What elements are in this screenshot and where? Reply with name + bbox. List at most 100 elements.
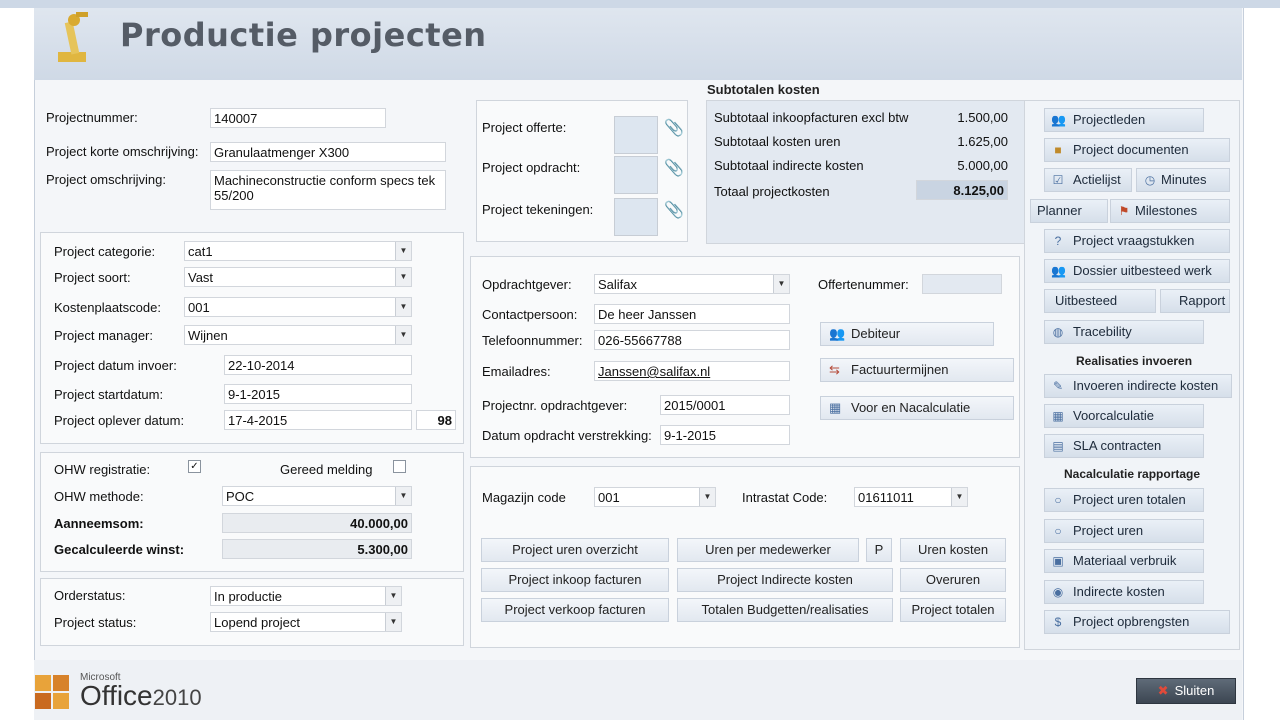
korte-omschrijving-field[interactable]: Granulaatmenger X300 bbox=[210, 142, 446, 162]
chevron-down-icon[interactable]: ▼ bbox=[395, 326, 411, 344]
uren-overzicht-button[interactable]: Project uren overzicht bbox=[481, 538, 669, 562]
categorie-combo[interactable]: cat1 ▼ bbox=[184, 241, 412, 261]
sidebar-item-vraagstukken[interactable]: ? Project vraagstukken bbox=[1044, 229, 1230, 253]
ohw-methode-combo[interactable]: POC ▼ bbox=[222, 486, 412, 506]
magazijn-combo[interactable]: 001 ▼ bbox=[594, 487, 716, 507]
indirecte-kosten-button[interactable]: Project Indirecte kosten bbox=[677, 568, 893, 592]
planner-button[interactable]: Planner bbox=[1030, 199, 1108, 223]
intrastat-label: Intrastat Code: bbox=[742, 490, 828, 505]
milestones-button[interactable]: ⚑ Milestones bbox=[1110, 199, 1230, 223]
total-value: 8.125,00 bbox=[916, 180, 1008, 200]
gereed-label: Gereed melding bbox=[280, 462, 373, 477]
totalen-budgetten-button[interactable]: Totalen Budgetten/realisaties bbox=[677, 598, 893, 622]
offertenummer-label: Offertenummer: bbox=[818, 277, 909, 292]
sluiten-button[interactable]: ✖ Sluiten bbox=[1136, 678, 1236, 704]
actielijst-button[interactable]: ☑ Actielijst bbox=[1044, 168, 1132, 192]
sidebar-item-documenten[interactable]: ■ Project documenten bbox=[1044, 138, 1230, 162]
sidebar-item-voorcalculatie[interactable]: ▦ Voorcalculatie bbox=[1044, 404, 1204, 428]
tracebility-button[interactable]: ◍ Tracebility bbox=[1044, 320, 1204, 344]
days-field: 98 bbox=[416, 410, 456, 430]
orderstatus-combo[interactable]: In productie ▼ bbox=[210, 586, 402, 606]
clock-icon: ◷ bbox=[1144, 173, 1156, 187]
voor-nacalculatie-button[interactable]: ▦ Voor en Nacalculatie bbox=[820, 396, 1014, 420]
intrastat-combo[interactable]: 01611011 ▼ bbox=[854, 487, 968, 507]
sidebar-item-indirecte-kosten[interactable]: ◉ Indirecte kosten bbox=[1044, 580, 1204, 604]
aanneemsom-field[interactable]: 40.000,00 bbox=[222, 513, 412, 533]
chevron-down-icon[interactable]: ▼ bbox=[395, 268, 411, 286]
uitbesteed-button[interactable]: Uitbesteed bbox=[1044, 289, 1156, 313]
sidebar-item-projectleden[interactable]: 👥 Projectleden bbox=[1044, 108, 1204, 132]
factuurtermijnen-button[interactable]: ⇆ Factuurtermijnen bbox=[820, 358, 1014, 382]
orderstatus-label: Orderstatus: bbox=[54, 588, 126, 603]
sidebar-item-uren-totalen[interactable]: ○ Project uren totalen bbox=[1044, 488, 1204, 512]
calc-icon: ▦ bbox=[1052, 409, 1064, 423]
tekeningen-label: Project tekeningen: bbox=[482, 202, 594, 217]
projectnr-opdrachtgever-field[interactable]: 2015/0001 bbox=[660, 395, 790, 415]
projectnr-opdrachtgever-label: Projectnr. opdrachtgever: bbox=[482, 398, 628, 413]
opdracht-attachment[interactable] bbox=[614, 156, 658, 194]
paperclip-icon[interactable]: 📎 bbox=[664, 200, 684, 220]
invoice-icon: ⇆ bbox=[829, 362, 840, 377]
ohw-registratie-checkbox[interactable]: ✓ bbox=[188, 460, 201, 473]
subtotal-value: 1.500,00 bbox=[957, 110, 1008, 125]
sidebar-item-opbrengsten[interactable]: $ Project opbrengsten bbox=[1044, 610, 1230, 634]
globe-icon: ◍ bbox=[1052, 325, 1064, 339]
offerte-attachment[interactable] bbox=[614, 116, 658, 154]
paperclip-icon[interactable]: 📎 bbox=[664, 118, 684, 138]
tekeningen-attachment[interactable] bbox=[614, 198, 658, 236]
opdracht-label: Project opdracht: bbox=[482, 160, 581, 175]
chevron-down-icon[interactable]: ▼ bbox=[951, 488, 967, 506]
debiteur-button[interactable]: 👥 Debiteur bbox=[820, 322, 994, 346]
uren-kosten-button[interactable]: Uren kosten bbox=[900, 538, 1006, 562]
ohw-registratie-label: OHW registratie: bbox=[54, 462, 151, 477]
oplever-field[interactable]: 17-4-2015 bbox=[224, 410, 412, 430]
sidebar-item-sla-contracten[interactable]: ▤ SLA contracten bbox=[1044, 434, 1204, 458]
projectnummer-field[interactable]: 140007 bbox=[210, 108, 386, 128]
total-label: Totaal projectkosten bbox=[714, 184, 830, 199]
inkoop-facturen-button[interactable]: Project inkoop facturen bbox=[481, 568, 669, 592]
radio-icon: ○ bbox=[1054, 493, 1062, 507]
manager-combo[interactable]: Wijnen ▼ bbox=[184, 325, 412, 345]
project-totalen-button[interactable]: Project totalen bbox=[900, 598, 1006, 622]
chevron-down-icon[interactable]: ▼ bbox=[385, 613, 401, 631]
start-field[interactable]: 9-1-2015 bbox=[224, 384, 412, 404]
chevron-down-icon[interactable]: ▼ bbox=[395, 487, 411, 505]
chevron-down-icon[interactable]: ▼ bbox=[699, 488, 715, 506]
opdrachtgever-combo[interactable]: Salifax ▼ bbox=[594, 274, 790, 294]
minutes-button[interactable]: ◷ Minutes bbox=[1136, 168, 1230, 192]
telefoon-field[interactable]: 026-55667788 bbox=[594, 330, 790, 350]
soort-label: Project soort: bbox=[54, 270, 131, 285]
kostenplaats-combo[interactable]: 001 ▼ bbox=[184, 297, 412, 317]
projectstatus-combo[interactable]: Lopend project ▼ bbox=[210, 612, 402, 632]
overuren-button[interactable]: Overuren bbox=[900, 568, 1006, 592]
soort-combo[interactable]: Vast ▼ bbox=[184, 267, 412, 287]
winst-field: 5.300,00 bbox=[222, 539, 412, 559]
chevron-down-icon[interactable]: ▼ bbox=[395, 242, 411, 260]
omschrijving-field[interactable]: Machineconstructie conform specs tek 55/… bbox=[210, 170, 446, 210]
robot-arm-icon bbox=[58, 12, 88, 62]
chevron-down-icon[interactable]: ▼ bbox=[773, 275, 789, 293]
paperclip-icon[interactable]: 📎 bbox=[664, 158, 684, 178]
subtotal-value: 1.625,00 bbox=[957, 134, 1008, 149]
oplever-label: Project oplever datum: bbox=[54, 413, 185, 428]
contactpersoon-field[interactable]: De heer Janssen bbox=[594, 304, 790, 324]
invoer-field[interactable]: 22-10-2014 bbox=[224, 355, 412, 375]
chevron-down-icon[interactable]: ▼ bbox=[385, 587, 401, 605]
verstrekking-field[interactable]: 9-1-2015 bbox=[660, 425, 790, 445]
sidebar-item-indirecte-kosten-invoeren[interactable]: ✎ Invoeren indirecte kosten bbox=[1044, 374, 1232, 398]
sidebar-item-uitbesteed-werk[interactable]: 👥 Dossier uitbesteed werk bbox=[1044, 259, 1230, 283]
verkoop-facturen-button[interactable]: Project verkoop facturen bbox=[481, 598, 669, 622]
p-button[interactable]: P bbox=[866, 538, 892, 562]
uren-per-medewerker-button[interactable]: Uren per medewerker bbox=[677, 538, 859, 562]
offertenummer-field[interactable] bbox=[922, 274, 1002, 294]
flag-icon: ⚑ bbox=[1118, 204, 1130, 218]
aanneemsom-label: Aanneemsom: bbox=[54, 516, 144, 531]
gereed-checkbox[interactable] bbox=[393, 460, 406, 473]
sidebar-item-materiaal-verbruik[interactable]: ▣ Materiaal verbruik bbox=[1044, 549, 1204, 573]
categorie-label: Project categorie: bbox=[54, 244, 156, 259]
radio-icon: ○ bbox=[1054, 524, 1062, 538]
email-field[interactable]: Janssen@salifax.nl bbox=[594, 361, 790, 381]
rapport-button[interactable]: Rapport bbox=[1160, 289, 1230, 313]
chevron-down-icon[interactable]: ▼ bbox=[395, 298, 411, 316]
sidebar-item-project-uren[interactable]: ○ Project uren bbox=[1044, 519, 1204, 543]
